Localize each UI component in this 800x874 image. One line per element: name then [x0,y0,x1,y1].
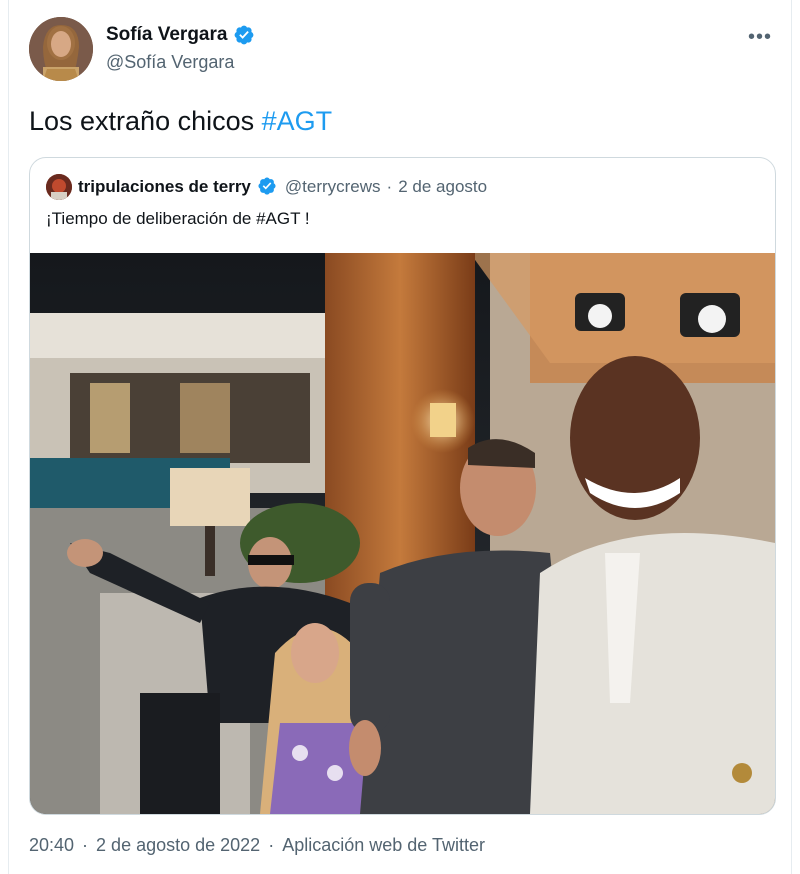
right-border [791,0,792,874]
author-name[interactable]: Sofía Vergara [106,24,227,46]
quoted-header: tripulaciones de terry @terrycrews · 2 d… [46,174,487,200]
author-avatar[interactable] [29,17,93,81]
quoted-author-name[interactable]: tripulaciones de terry [78,177,251,197]
author-handle[interactable]: @Sofía Vergara [106,52,234,73]
verified-badge-icon [257,176,279,198]
left-border [8,0,9,874]
quoted-text: ¡Tiempo de deliberación de #AGT ! [46,209,310,228]
quoted-separator: · [386,177,393,196]
tweet-date[interactable]: 2 de agosto de 2022 [96,835,260,856]
footer-separator: · [82,835,89,855]
quoted-author-handle[interactable]: @terrycrews [285,177,381,197]
tweet-hashtag-link[interactable]: #AGT [262,106,333,136]
quoted-date[interactable]: 2 de agosto [398,177,487,197]
tweet-time[interactable]: 20:40 [29,835,74,856]
more-options-icon[interactable]: ••• [748,26,772,49]
footer-separator: · [268,835,275,855]
quoted-avatar[interactable] [46,174,72,200]
tweet-body: Los extraño chicos [29,106,262,136]
quoted-tweet-card[interactable]: tripulaciones de terry @terrycrews · 2 d… [29,157,776,815]
verified-badge-icon [233,24,255,46]
tweet-footer: 20:40 · 2 de agosto de 2022 · Aplicación… [29,835,485,856]
quoted-photo[interactable] [30,253,775,814]
tweet-text: Los extraño chicos #AGT [29,106,332,137]
tweet-source[interactable]: Aplicación web de Twitter [282,835,485,856]
author-name-row[interactable]: Sofía Vergara [106,24,255,46]
